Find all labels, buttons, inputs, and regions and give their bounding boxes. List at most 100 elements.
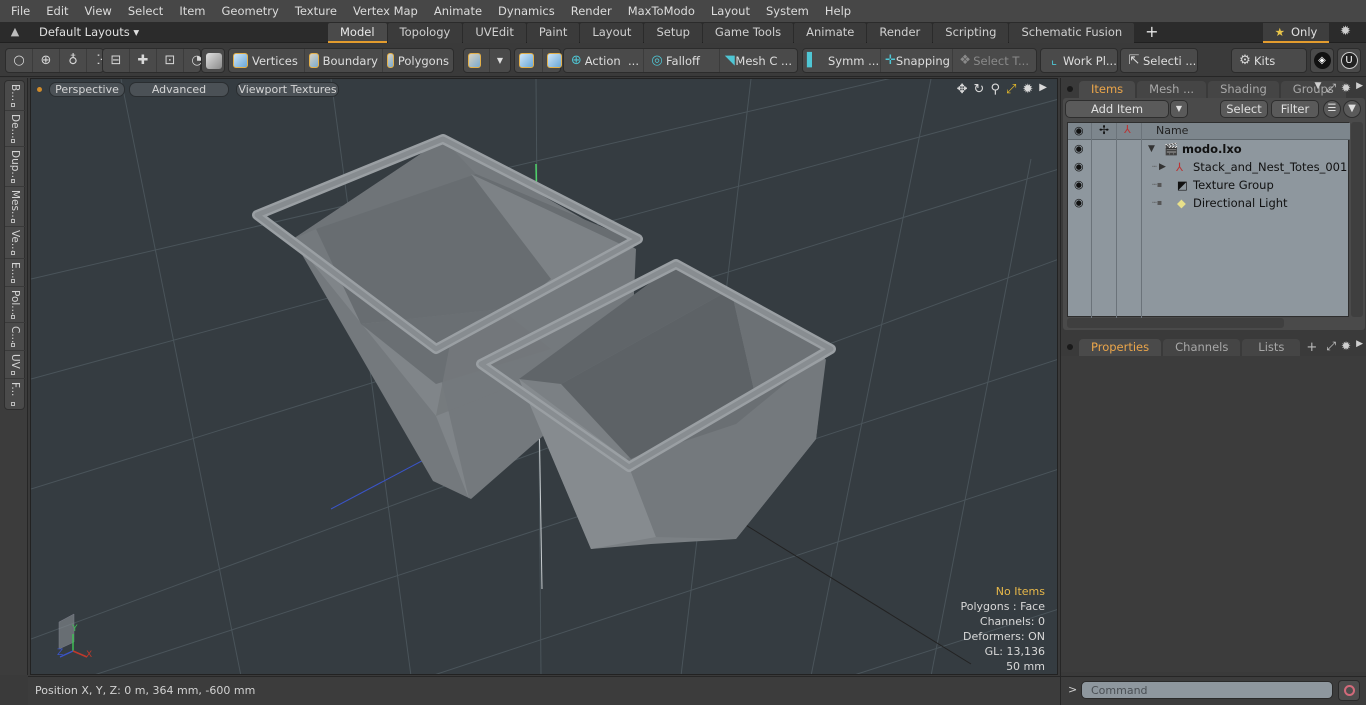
viewport-options-dot[interactable]: [37, 87, 42, 92]
left-tab-curve[interactable]: C...: [5, 323, 26, 351]
tab-schematic-fusion[interactable]: Schematic Fusion: [1009, 23, 1135, 43]
tab-lists[interactable]: Lists: [1242, 339, 1301, 356]
filter-funnel-button[interactable]: ▼: [1343, 100, 1361, 118]
expand-right-icon[interactable]: ▶: [1159, 158, 1166, 176]
add-item-dropdown[interactable]: ▼: [1170, 100, 1188, 118]
add-item-button[interactable]: Add Item: [1065, 100, 1169, 118]
expand-right-icon[interactable]: ▶: [1356, 339, 1363, 354]
perspective-button[interactable]: Perspective: [49, 82, 125, 97]
filter-button[interactable]: Filter: [1271, 100, 1319, 118]
tree-row-directional-light[interactable]: ◉ ┄▪ ◆ Directional Light: [1068, 194, 1350, 212]
left-tab-uv[interactable]: UV: [5, 351, 26, 379]
vertices-mode-button[interactable]: Vertices: [229, 49, 305, 72]
default-layouts-dropdown[interactable]: Default Layouts ▾: [39, 24, 139, 41]
boundary-mode-button[interactable]: Boundary: [305, 49, 383, 72]
mesh-constraint-button[interactable]: ◥ Mesh C ...: [720, 49, 796, 72]
menu-view[interactable]: View: [77, 0, 120, 22]
tab-render[interactable]: Render: [867, 23, 933, 43]
panel-gear-icon[interactable]: ✹: [1341, 339, 1351, 354]
eye-icon[interactable]: ◉: [1074, 140, 1088, 158]
record-macro-button[interactable]: [1338, 680, 1360, 701]
panel-options-dot[interactable]: [1067, 86, 1073, 92]
tab-setup[interactable]: Setup: [644, 23, 702, 43]
eye-icon[interactable]: ◉: [1074, 194, 1088, 212]
tab-items[interactable]: Items: [1079, 81, 1136, 98]
gear-icon[interactable]: ✹: [1340, 24, 1351, 39]
pen-tool-button[interactable]: ♁: [60, 49, 87, 72]
tab-animate[interactable]: Animate: [794, 23, 867, 43]
left-tab-mesh-edit[interactable]: Mes...: [5, 187, 26, 227]
menu-vertex-map[interactable]: Vertex Map: [345, 0, 426, 22]
tab-paint[interactable]: Paint: [526, 23, 580, 43]
tab-scripting[interactable]: Scripting: [933, 23, 1009, 43]
left-tab-edge[interactable]: E...: [5, 259, 26, 287]
falloff-button[interactable]: ◎ Falloff: [644, 49, 720, 72]
left-tab-fusion[interactable]: F...: [5, 379, 26, 409]
tree-options-button[interactable]: ☰: [1323, 100, 1341, 118]
circle-select-button[interactable]: ○: [6, 49, 33, 72]
menu-layout[interactable]: Layout: [703, 0, 758, 22]
menu-geometry[interactable]: Geometry: [214, 0, 287, 22]
tree-horizontal-scrollbar[interactable]: [1067, 318, 1284, 328]
panel-options-dot[interactable]: [1067, 344, 1073, 350]
center-button[interactable]: [515, 49, 543, 72]
symmetry-button[interactable]: ▌ Symm ...: [803, 49, 881, 72]
menu-texture[interactable]: Texture: [287, 0, 345, 22]
menu-dynamics[interactable]: Dynamics: [490, 0, 563, 22]
tab-uvedit[interactable]: UVEdit: [463, 23, 526, 43]
tab-mesh[interactable]: Mesh ...: [1137, 81, 1207, 98]
menu-edit[interactable]: Edit: [38, 0, 76, 22]
viewport-textures-button[interactable]: Viewport Textures: [236, 82, 339, 97]
material-mode-dropdown[interactable]: ▼: [490, 49, 510, 72]
menu-animate[interactable]: Animate: [426, 0, 490, 22]
menu-help[interactable]: Help: [817, 0, 859, 22]
modo-kit-button[interactable]: ◈: [1310, 48, 1334, 73]
menu-select[interactable]: Select: [120, 0, 171, 22]
chevron-down-icon[interactable]: ▼: [1314, 81, 1321, 96]
shading-advanced-button[interactable]: Advanced: [129, 82, 229, 97]
tab-model[interactable]: Model: [328, 23, 387, 43]
menu-file[interactable]: File: [0, 0, 38, 22]
item-mode-button[interactable]: [202, 49, 226, 72]
uv-cross-button[interactable]: ✚: [130, 49, 157, 72]
eye-icon[interactable]: ◉: [1074, 158, 1088, 176]
maximize-icon[interactable]: ⤢: [1006, 82, 1016, 97]
tab-game-tools[interactable]: Game Tools: [702, 23, 794, 43]
collapse-up-icon[interactable]: ▲: [8, 25, 22, 39]
add-panel-tab-button[interactable]: +: [1306, 339, 1317, 356]
tree-vertical-scrollbar[interactable]: [1351, 122, 1363, 317]
tab-layout[interactable]: Layout: [580, 23, 644, 43]
material-mode-button[interactable]: [464, 49, 490, 72]
frame-button[interactable]: ⊡: [157, 49, 184, 72]
select-button[interactable]: Select: [1220, 100, 1268, 118]
selection-sets-button[interactable]: ⇱ Selecti ...: [1121, 49, 1200, 72]
3d-viewport[interactable]: Y Z X Perspective Advanced Viewport Text…: [30, 78, 1058, 675]
zoom-icon[interactable]: ⚲: [990, 82, 1000, 97]
command-input[interactable]: [1081, 681, 1333, 699]
expand-right-icon[interactable]: ▶: [1356, 81, 1363, 96]
tab-shading[interactable]: Shading: [1208, 81, 1279, 98]
snapping-button[interactable]: ✛ Snapping: [881, 49, 953, 72]
left-tab-duplicate[interactable]: Dup...: [5, 147, 26, 187]
work-plane-button[interactable]: ⌞ Work Pl...: [1041, 49, 1121, 72]
left-tab-deform[interactable]: De...: [5, 111, 26, 147]
name-column-header[interactable]: Name: [1156, 124, 1188, 137]
tab-topology[interactable]: Topology: [387, 23, 463, 43]
left-tab-vertex[interactable]: Ve...: [5, 227, 26, 259]
action-center-button[interactable]: ⊕ Action ...: [564, 49, 644, 72]
add-layout-tab-button[interactable]: +: [1135, 23, 1168, 43]
menu-render[interactable]: Render: [563, 0, 620, 22]
align-button[interactable]: ⊟: [103, 49, 130, 72]
tree-row-mesh[interactable]: ◉ ┄ ▶ ⅄ Stack_and_Nest_Totes_001: [1068, 158, 1350, 176]
maximize-panel-icon[interactable]: ⤢: [1326, 81, 1336, 96]
rotate-icon[interactable]: ↻: [974, 82, 985, 97]
menu-item[interactable]: Item: [171, 0, 213, 22]
eye-icon[interactable]: ◉: [1074, 176, 1088, 194]
select-through-button[interactable]: ❖ Select T...: [953, 49, 1033, 72]
expand-right-icon[interactable]: ▶: [1039, 82, 1047, 97]
tab-properties[interactable]: Properties: [1079, 339, 1162, 356]
kits-button[interactable]: ⚙ Kits: [1232, 49, 1279, 72]
unreal-kit-button[interactable]: U: [1337, 48, 1361, 73]
expand-down-icon[interactable]: ▼: [1148, 140, 1155, 158]
menu-maxtomodo[interactable]: MaxToModo: [620, 0, 703, 22]
